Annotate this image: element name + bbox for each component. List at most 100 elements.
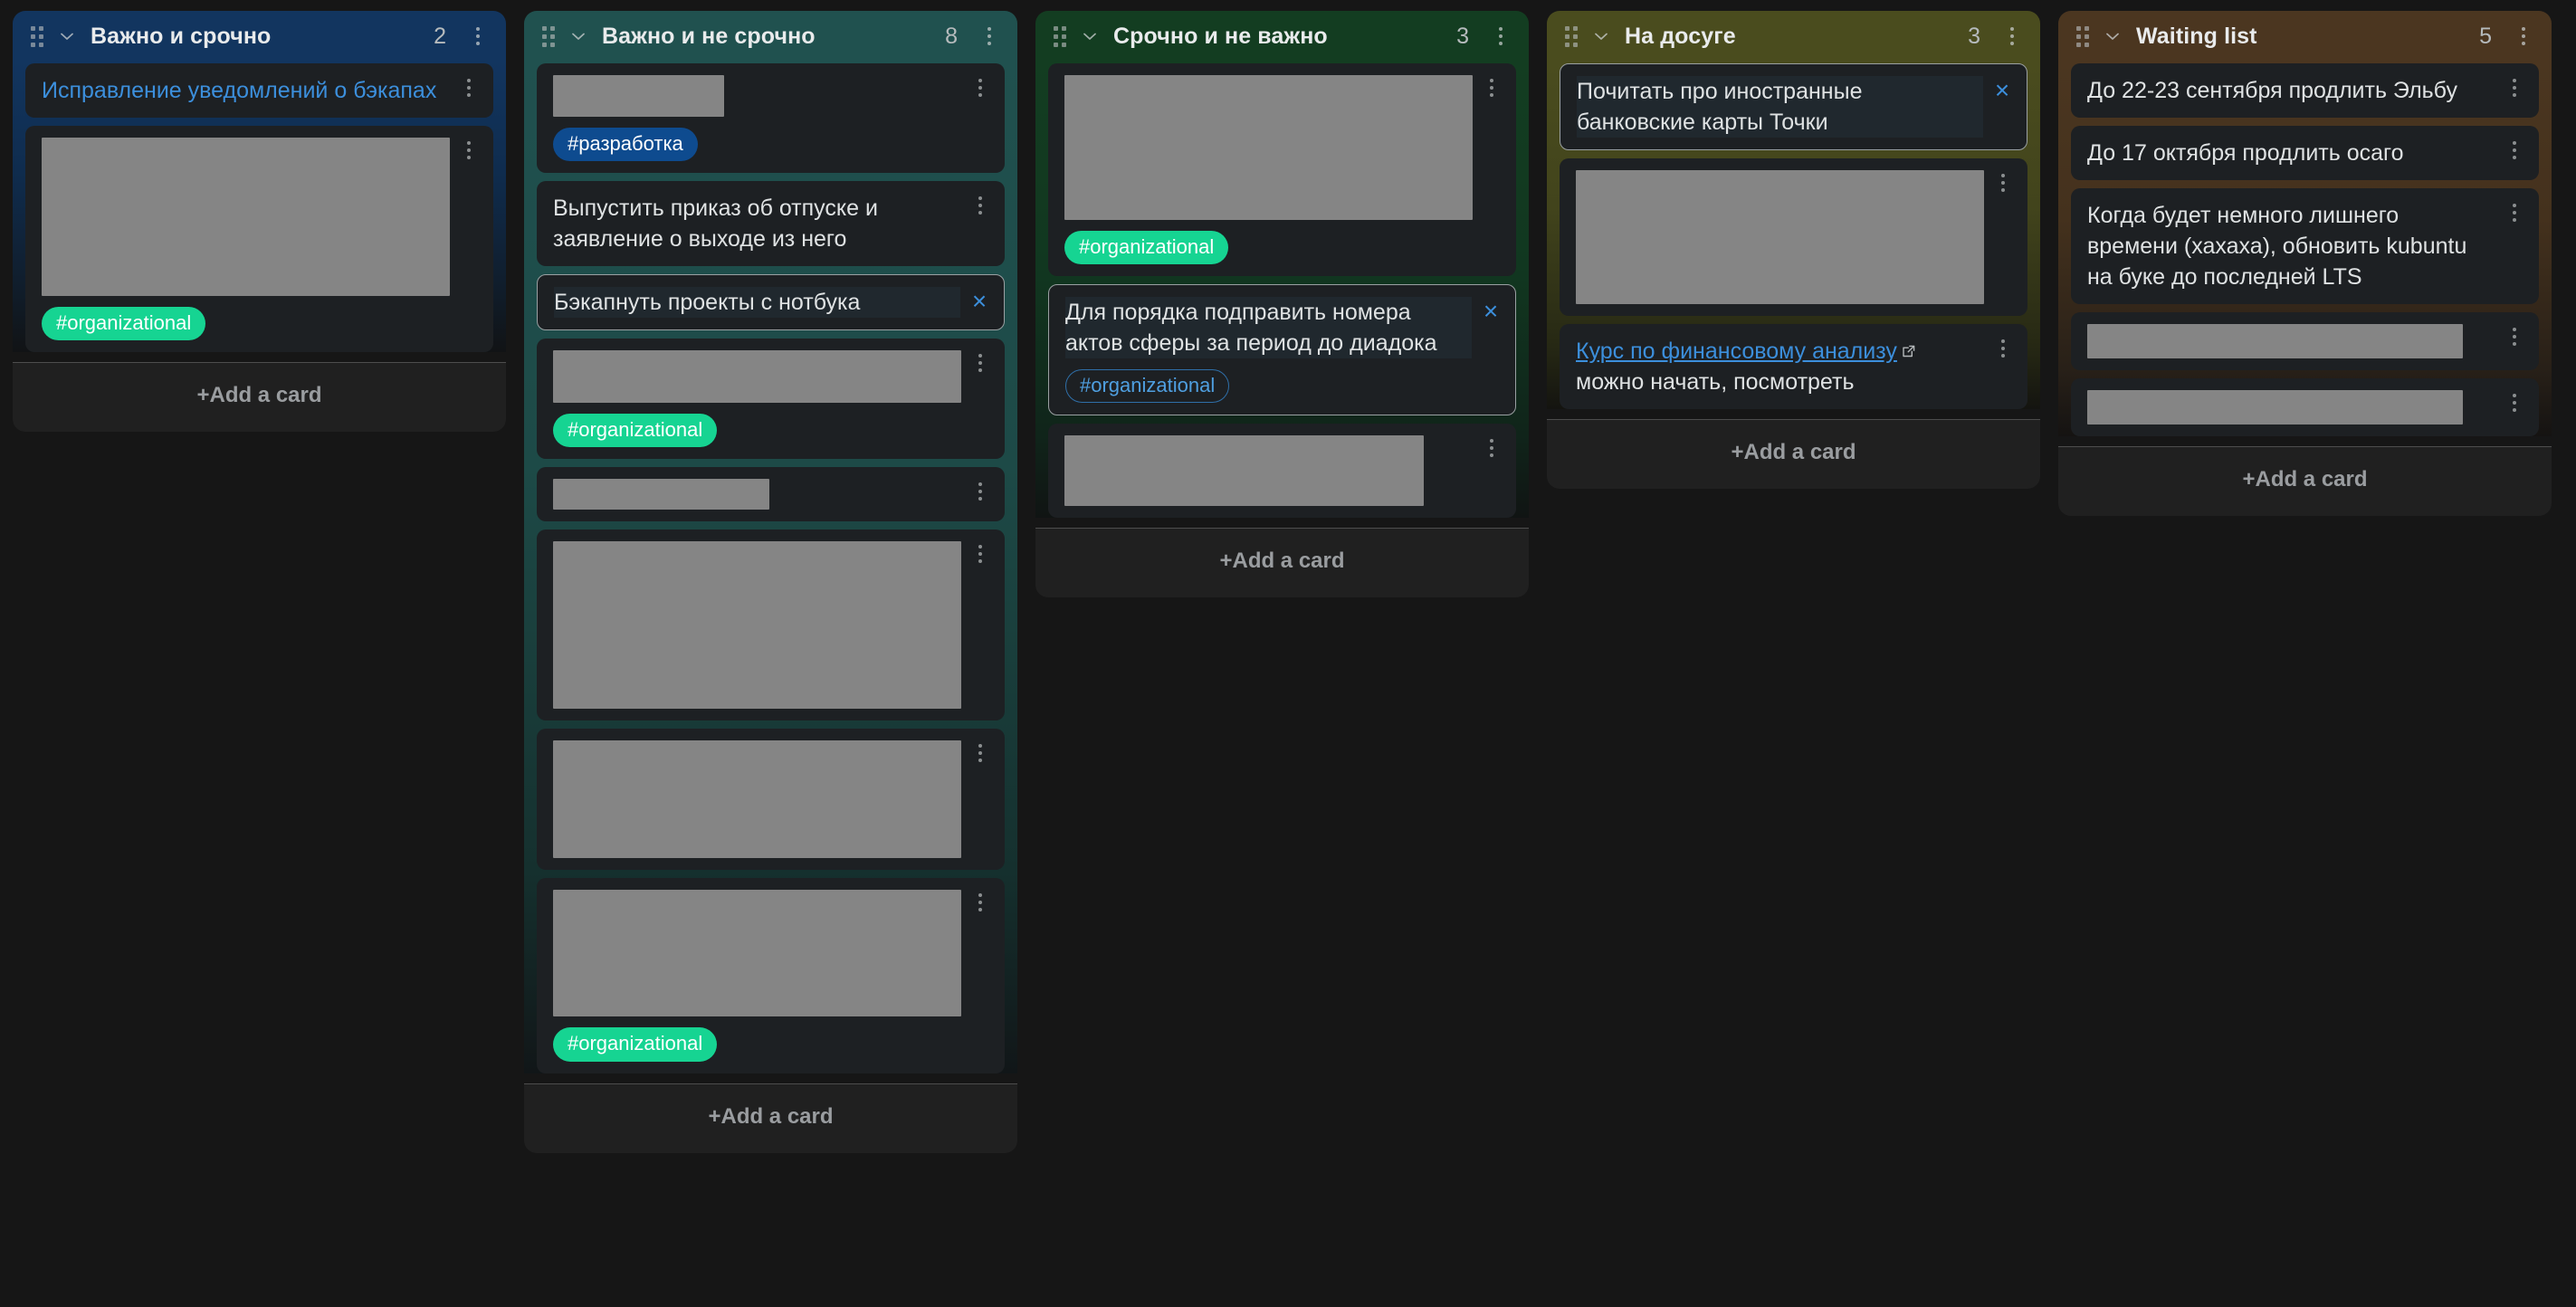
card-menu-icon[interactable] bbox=[2504, 141, 2524, 159]
card[interactable]: Когда будет немного лишнего времени (хах… bbox=[2071, 188, 2539, 304]
card-menu-icon[interactable] bbox=[1993, 174, 2013, 192]
chevron-down-icon[interactable] bbox=[58, 27, 76, 45]
card[interactable] bbox=[1560, 158, 2027, 316]
add-card-button[interactable]: +Add a card bbox=[1547, 419, 2040, 489]
kebab-dot bbox=[978, 490, 982, 494]
drag-dot bbox=[2076, 33, 2081, 39]
drag-dot bbox=[1062, 33, 1066, 39]
kebab-dot bbox=[2513, 211, 2516, 215]
card-external-link[interactable]: Курс по финансовому анализу bbox=[1576, 339, 1897, 364]
card-editing[interactable]: Почитать про иностранные банковские карт… bbox=[1560, 63, 2027, 150]
card-tag[interactable]: #organizational bbox=[553, 1027, 718, 1062]
card-tag[interactable]: #organizational bbox=[1065, 369, 1230, 404]
card-menu-icon[interactable] bbox=[2504, 328, 2524, 346]
redacted-text-block bbox=[553, 75, 725, 117]
card-menu-icon[interactable] bbox=[1993, 339, 2013, 358]
card[interactable] bbox=[2071, 312, 2539, 370]
column-header[interactable]: Важно и не срочно 8 bbox=[524, 11, 1017, 62]
drag-dot bbox=[1573, 42, 1578, 47]
card-menu-icon[interactable] bbox=[459, 79, 479, 97]
drag-handle-icon[interactable] bbox=[31, 25, 43, 47]
kebab-dot bbox=[2001, 354, 2005, 358]
column-menu-icon[interactable] bbox=[2002, 27, 2022, 45]
column-header[interactable]: Важно и срочно 2 bbox=[13, 11, 506, 62]
drag-handle-icon[interactable] bbox=[1054, 25, 1066, 47]
card-menu-icon[interactable] bbox=[2504, 79, 2524, 97]
redacted-text-block bbox=[553, 890, 961, 1017]
card-menu-icon[interactable] bbox=[970, 354, 990, 373]
card-tag[interactable]: #разработка bbox=[553, 128, 698, 162]
column-card-list: До 22-23 сентября продлить Эльбу До 17 ок… bbox=[2058, 62, 2552, 436]
card-menu-icon[interactable] bbox=[970, 545, 990, 564]
card[interactable] bbox=[1048, 424, 1516, 519]
drag-dot bbox=[2085, 42, 2089, 47]
card[interactable]: #organizational bbox=[1048, 63, 1516, 277]
chevron-down-icon[interactable] bbox=[1592, 27, 1610, 45]
drag-dot bbox=[1054, 42, 1058, 47]
kebab-dot bbox=[2522, 27, 2525, 31]
card-menu-icon[interactable] bbox=[2504, 204, 2524, 222]
card[interactable]: Исправление уведомлений о бэкапах bbox=[25, 63, 493, 118]
add-card-button[interactable]: +Add a card bbox=[2058, 446, 2552, 516]
card-menu-icon[interactable] bbox=[970, 79, 990, 97]
drag-handle-icon[interactable] bbox=[1565, 25, 1578, 47]
drag-dot bbox=[1062, 42, 1066, 47]
card[interactable] bbox=[537, 529, 1005, 721]
card-title-text[interactable]: Для порядка подправить номера актов сфер… bbox=[1065, 297, 1472, 359]
card-editing[interactable]: Для порядка подправить номера актов сфер… bbox=[1048, 284, 1516, 416]
card[interactable] bbox=[2071, 378, 2539, 436]
column-menu-icon[interactable] bbox=[979, 27, 999, 45]
column-header[interactable]: Waiting list 5 bbox=[2058, 11, 2552, 62]
card-menu-icon[interactable] bbox=[1482, 79, 1502, 97]
add-card-button[interactable]: +Add a card bbox=[13, 362, 506, 433]
kebab-dot bbox=[1499, 42, 1503, 45]
column-header[interactable]: На досуге 3 bbox=[1547, 11, 2040, 62]
card-menu-icon[interactable] bbox=[1482, 439, 1502, 458]
drag-handle-icon[interactable] bbox=[542, 25, 555, 47]
card-editing[interactable]: Бэкапнуть проекты с нотбука × bbox=[537, 274, 1005, 331]
card-tag[interactable]: #organizational bbox=[553, 414, 718, 448]
chevron-down-icon[interactable] bbox=[569, 27, 587, 45]
drag-dot bbox=[2085, 33, 2089, 39]
column-header[interactable]: Срочно и не важно 3 bbox=[1035, 11, 1529, 62]
close-icon[interactable]: × bbox=[1992, 78, 2012, 103]
drag-handle-icon[interactable] bbox=[2076, 25, 2089, 47]
redacted-text-block bbox=[2087, 390, 2463, 425]
card-menu-icon[interactable] bbox=[970, 196, 990, 215]
card-tag[interactable]: #organizational bbox=[1064, 231, 1229, 265]
column-menu-icon[interactable] bbox=[468, 27, 488, 45]
kebab-dot bbox=[467, 79, 471, 82]
add-card-button[interactable]: +Add a card bbox=[1035, 528, 1529, 598]
card-title-text[interactable]: Почитать про иностранные банковские карт… bbox=[1577, 76, 1983, 138]
card-menu-icon[interactable] bbox=[459, 141, 479, 159]
card[interactable]: #разработка bbox=[537, 63, 1005, 174]
card[interactable]: #organizational bbox=[537, 339, 1005, 460]
redacted-text-block bbox=[553, 479, 770, 510]
card[interactable]: #organizational bbox=[537, 878, 1005, 1073]
card[interactable]: Выпустить приказ об отпуске и заявление … bbox=[537, 181, 1005, 267]
card[interactable]: До 22-23 сентября продлить Эльбу bbox=[2071, 63, 2539, 118]
card-menu-icon[interactable] bbox=[970, 744, 990, 763]
card-title-text[interactable]: Бэкапнуть проекты с нотбука bbox=[554, 287, 960, 319]
chevron-down-icon[interactable] bbox=[1081, 27, 1099, 45]
close-icon[interactable]: × bbox=[1481, 299, 1501, 324]
column-card-count: 8 bbox=[945, 23, 958, 49]
chevron-down-icon[interactable] bbox=[2104, 27, 2122, 45]
card[interactable]: Курс по финансовому анализу можно начать… bbox=[1560, 324, 2027, 409]
kebab-dot bbox=[1490, 93, 1493, 97]
column-menu-icon[interactable] bbox=[2514, 27, 2533, 45]
card[interactable] bbox=[537, 729, 1005, 871]
card[interactable]: До 17 октября продлить осаго bbox=[2071, 126, 2539, 180]
card-menu-icon[interactable] bbox=[970, 482, 990, 501]
card[interactable]: #organizational bbox=[25, 126, 493, 353]
kebab-dot bbox=[2513, 408, 2516, 412]
column-menu-icon[interactable] bbox=[1491, 27, 1511, 45]
card-content bbox=[553, 740, 961, 859]
card[interactable] bbox=[537, 467, 1005, 522]
card-tag[interactable]: #organizational bbox=[42, 307, 206, 341]
add-card-button[interactable]: +Add a card bbox=[524, 1083, 1017, 1153]
card-menu-icon[interactable] bbox=[970, 893, 990, 912]
close-icon[interactable]: × bbox=[969, 289, 989, 314]
kebab-dot bbox=[2513, 218, 2516, 222]
card-menu-icon[interactable] bbox=[2504, 394, 2524, 412]
